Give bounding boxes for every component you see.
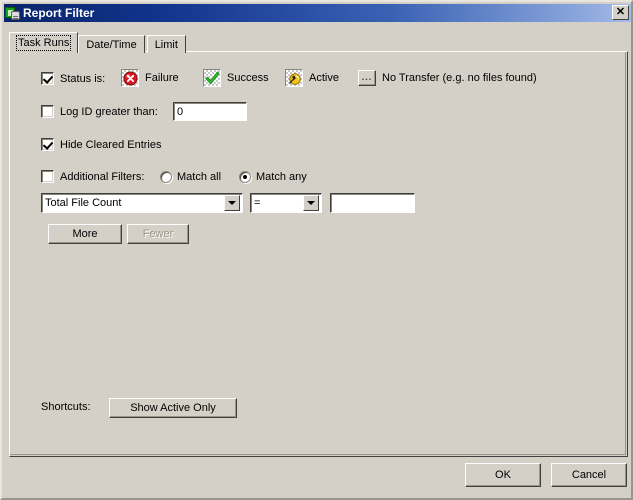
close-icon[interactable]: ✕ <box>612 5 629 20</box>
show-active-only-button[interactable]: Show Active Only <box>109 398 237 418</box>
failure-icon <box>121 69 139 87</box>
filter-operator-value: = <box>254 197 261 209</box>
match-any-option[interactable]: Match any <box>239 171 307 183</box>
status-no-transfer-item[interactable]: ... No Transfer (e.g. no files found) <box>358 70 537 86</box>
tab-date-time-label: Date/Time <box>86 38 137 51</box>
title-bar[interactable]: Report Filter ✕ <box>4 4 631 22</box>
tab-strip: Task Runs Date/Time Limit <box>9 32 188 53</box>
report-filter-icon <box>5 6 21 21</box>
log-id-input[interactable]: 0 <box>173 102 247 121</box>
status-failure-item[interactable]: Failure <box>121 69 179 87</box>
match-all-option[interactable]: Match all <box>160 171 221 183</box>
status-is-label: Status is: <box>60 72 106 85</box>
chevron-down-icon[interactable] <box>224 195 240 211</box>
shortcuts-row: Shortcuts: <box>41 401 91 413</box>
additional-filters-row: Additional Filters: <box>41 170 144 183</box>
task-runs-panel: Status is: Failure Success Active ... No… <box>9 51 628 457</box>
match-all-radio[interactable] <box>160 171 172 183</box>
filter-operator-combo[interactable]: = <box>250 193 322 213</box>
additional-filters-checkbox[interactable] <box>41 170 54 183</box>
no-transfer-icon: ... <box>358 70 376 86</box>
more-button[interactable]: More <box>48 224 122 244</box>
window-title: Report Filter <box>23 6 95 20</box>
success-label: Success <box>227 72 269 84</box>
hide-cleared-checkbox[interactable] <box>41 138 54 151</box>
status-is-checkbox[interactable] <box>41 72 54 85</box>
chevron-down-icon[interactable] <box>303 195 319 211</box>
tab-limit-label: Limit <box>154 38 178 51</box>
filter-field-combo[interactable]: Total File Count <box>41 193 243 213</box>
report-filter-dialog: Report Filter ✕ Task Runs Date/Time Limi… <box>0 0 633 500</box>
match-any-radio[interactable] <box>239 171 251 183</box>
failure-label: Failure <box>145 72 179 84</box>
cancel-button[interactable]: Cancel <box>551 463 627 487</box>
log-id-row: Log ID greater than: <box>41 105 158 118</box>
tab-task-runs[interactable]: Task Runs <box>9 32 79 53</box>
tab-task-runs-label: Task Runs <box>15 35 72 51</box>
filter-value-input[interactable] <box>330 193 415 213</box>
status-row: Status is: <box>41 72 105 85</box>
log-id-label: Log ID greater than: <box>60 105 158 118</box>
fewer-button[interactable]: Fewer <box>127 224 189 244</box>
status-success-item[interactable]: Success <box>203 69 269 87</box>
log-id-checkbox[interactable] <box>41 105 54 118</box>
active-label: Active <box>309 72 339 84</box>
tab-limit[interactable]: Limit <box>146 35 186 53</box>
hide-cleared-row: Hide Cleared Entries <box>41 138 162 151</box>
no-transfer-label: No Transfer (e.g. no files found) <box>382 72 537 84</box>
filter-field-value: Total File Count <box>45 197 122 209</box>
shortcuts-label: Shortcuts: <box>41 401 91 413</box>
hide-cleared-label: Hide Cleared Entries <box>60 138 162 151</box>
success-icon <box>203 69 221 87</box>
match-any-label: Match any <box>256 171 307 183</box>
ok-button[interactable]: OK <box>465 463 541 487</box>
active-icon <box>285 69 303 87</box>
additional-filters-label: Additional Filters: <box>60 170 145 183</box>
match-all-label: Match all <box>177 171 222 183</box>
tab-date-time[interactable]: Date/Time <box>78 35 145 53</box>
status-active-item[interactable]: Active <box>285 69 339 87</box>
